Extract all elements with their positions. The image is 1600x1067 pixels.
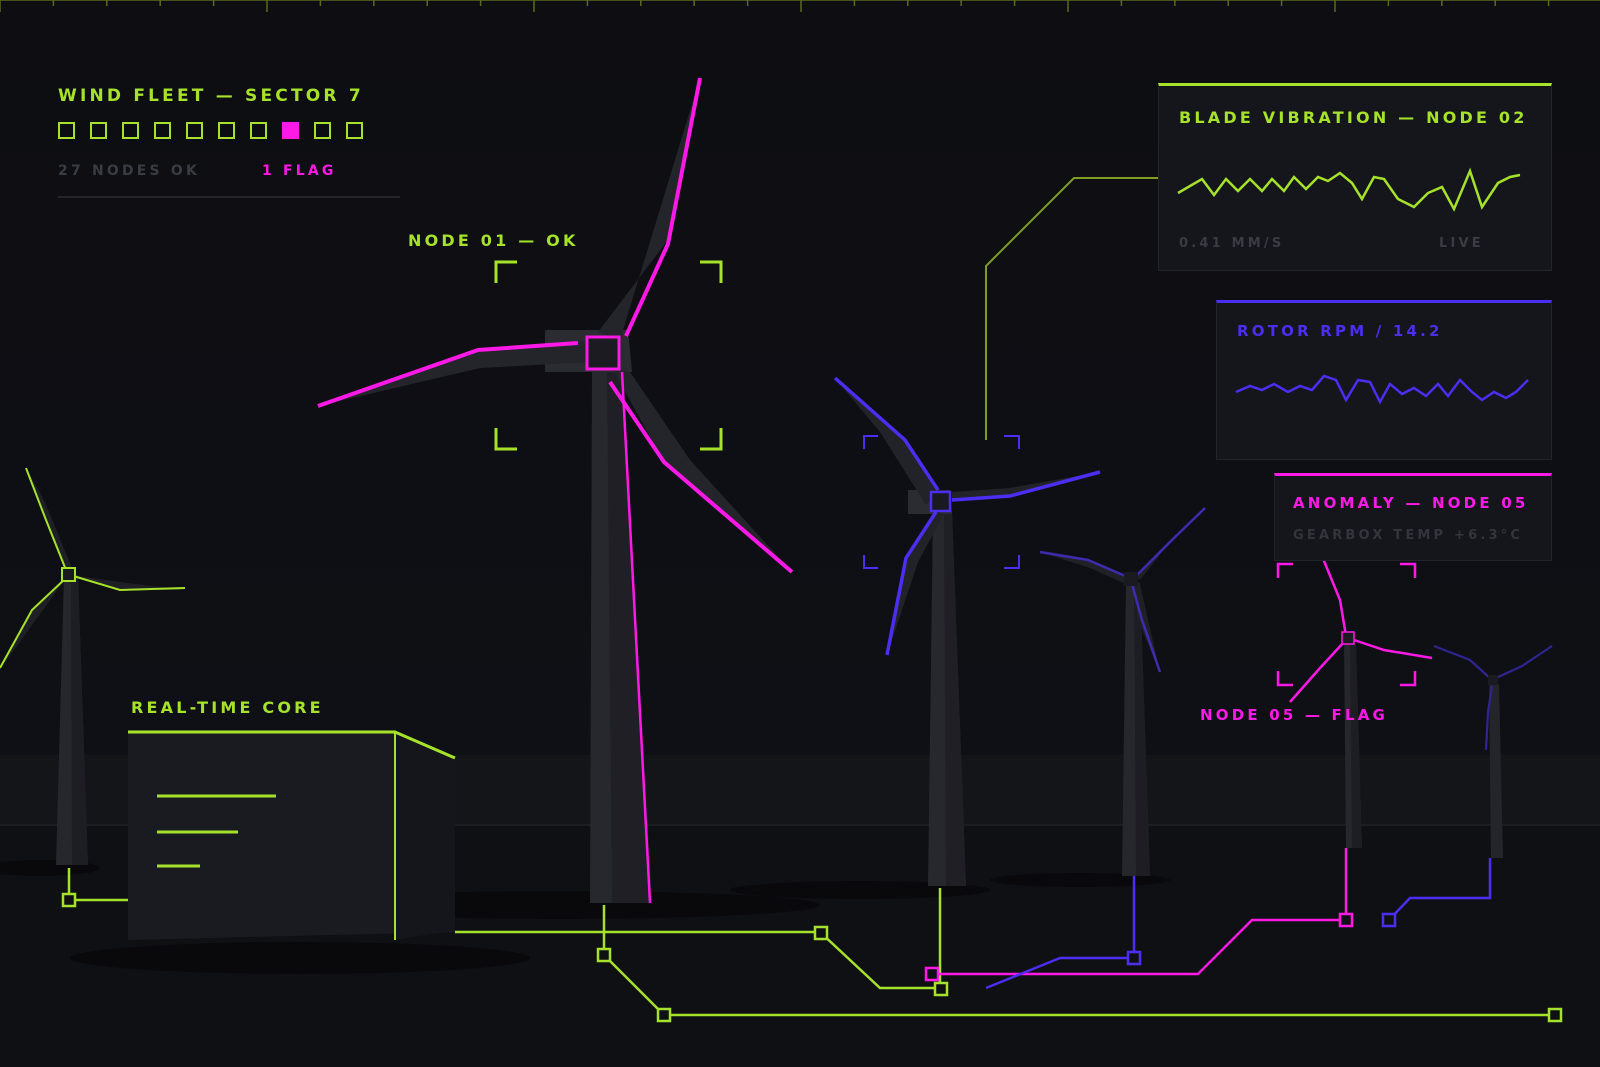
anomaly-title: ANOMALY — NODE 05 <box>1293 494 1529 512</box>
fleet-node-ok[interactable] <box>58 122 75 139</box>
fleet-flag-summary: 1 FLAG <box>262 163 337 179</box>
node-01-label[interactable]: NODE 01 — OK <box>408 231 579 250</box>
fleet-node-ok[interactable] <box>250 122 267 139</box>
fleet-node-ok[interactable] <box>218 122 235 139</box>
fleet-node-ok[interactable] <box>122 122 139 139</box>
real-time-core-block <box>128 730 456 940</box>
vibration-reading: 0.41 MM/S <box>1179 236 1285 251</box>
node-05-label[interactable]: NODE 05 — FLAG <box>1200 706 1388 724</box>
rotor-rpm-panel[interactable]: ROTOR RPM / 14.2 <box>1216 300 1552 460</box>
anomaly-detail: GEARBOX TEMP +6.3°C <box>1293 528 1524 543</box>
fleet-node-ok[interactable] <box>90 122 107 139</box>
fleet-node-ok[interactable] <box>154 122 171 139</box>
vibration-live-status: LIVE <box>1439 236 1484 251</box>
fleet-node-ok[interactable] <box>346 122 363 139</box>
core-label: REAL-TIME CORE <box>131 698 324 717</box>
fleet-title: WIND FLEET — SECTOR 7 <box>58 86 364 106</box>
fleet-ok-summary: 27 NODES OK <box>58 163 201 179</box>
anomaly-panel[interactable]: ANOMALY — NODE 05 GEARBOX TEMP +6.3°C <box>1274 473 1552 561</box>
fleet-node-ok[interactable] <box>186 122 203 139</box>
fleet-node-ok[interactable] <box>314 122 331 139</box>
rotor-sparkline <box>1235 374 1529 405</box>
fleet-node-flagged[interactable] <box>282 122 299 139</box>
blade-vibration-panel[interactable]: BLADE VIBRATION — NODE 02 0.41 MM/S LIVE <box>1158 83 1552 271</box>
fleet-divider <box>58 196 400 198</box>
fleet-node-grid <box>58 122 378 140</box>
